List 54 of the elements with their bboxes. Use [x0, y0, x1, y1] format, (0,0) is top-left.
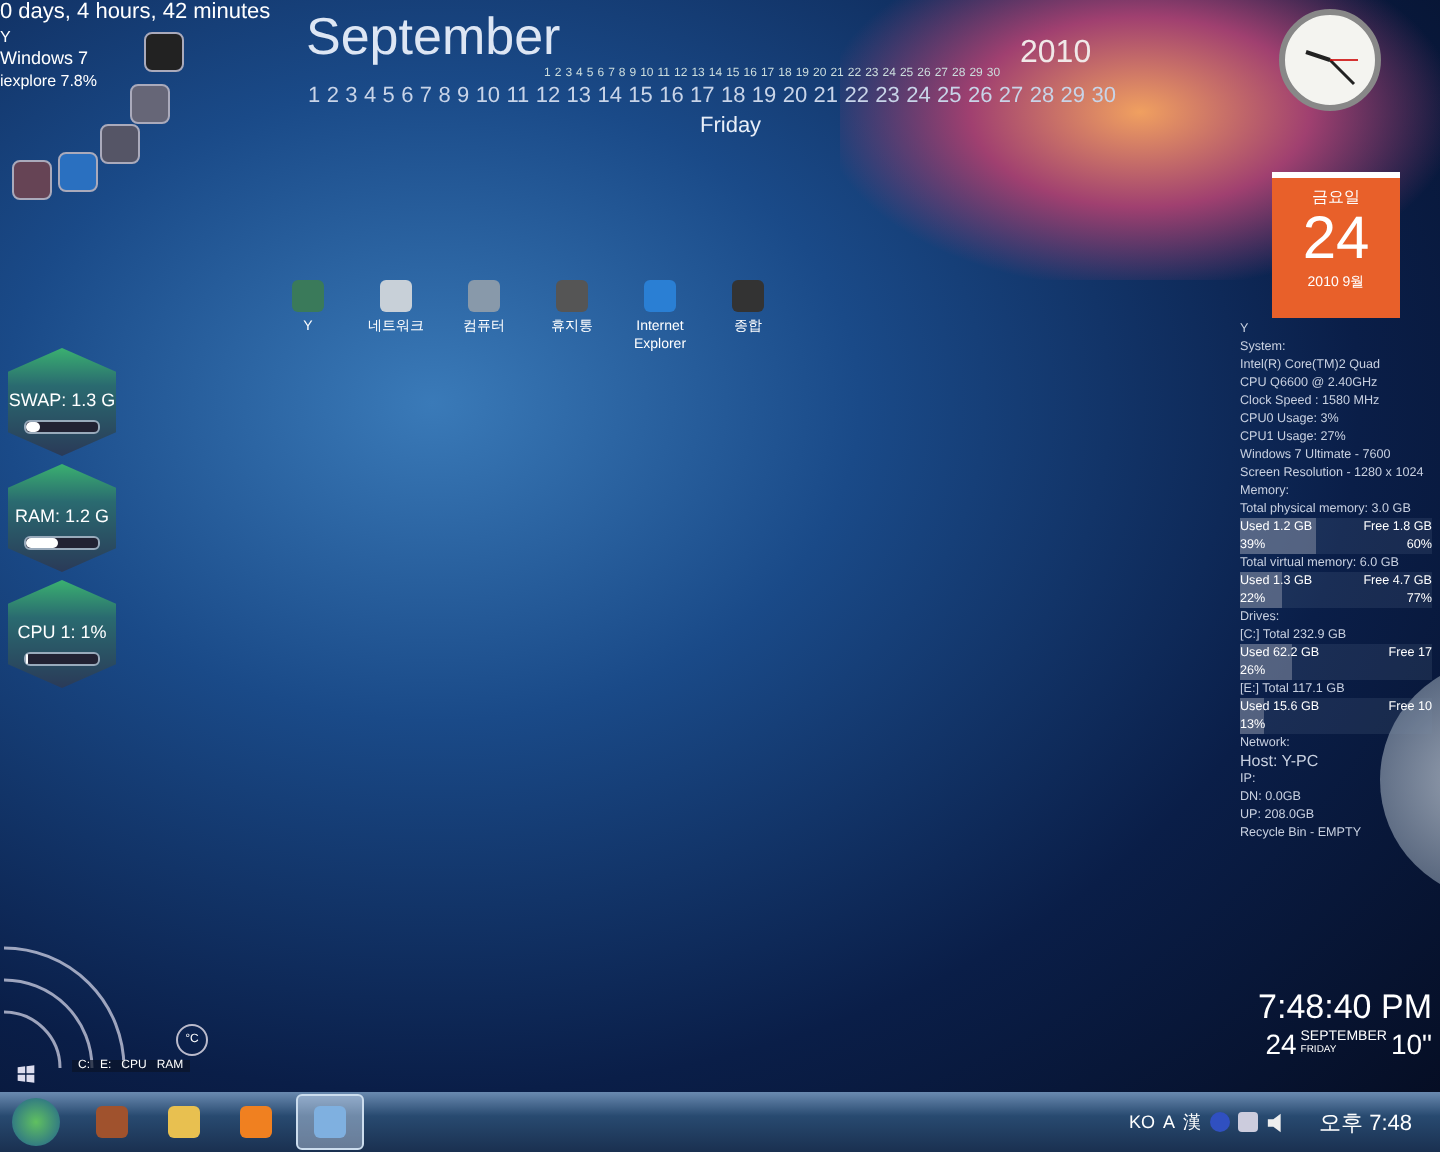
calendar-day: 25	[937, 84, 962, 108]
analog-clock-drawing	[1278, 8, 1382, 112]
tray-indicator[interactable]: A	[1163, 1112, 1176, 1132]
calendar-day: 27	[998, 84, 1024, 108]
calendar-day: 14	[597, 84, 622, 108]
calendar-day: 19	[751, 84, 777, 108]
start-button[interactable]	[12, 1098, 60, 1146]
uptime-text: 0 days, 4 hours, 42 minutes	[0, 0, 271, 24]
calendar-day: 21	[813, 84, 839, 108]
calendar-day: 23	[875, 84, 900, 108]
calendar-day: 7	[419, 84, 432, 108]
calendar-day: 8	[438, 84, 451, 108]
calendar-day: 16	[659, 84, 684, 108]
desktop-shortcut-icon[interactable]	[380, 280, 412, 312]
tray-indicator[interactable]: KO	[1129, 1112, 1156, 1132]
calendar-day: 1	[308, 84, 321, 108]
date-day: 24	[1302, 208, 1370, 272]
calendar-day: 13	[566, 84, 592, 108]
host-name: Host: Y-PC	[1240, 752, 1321, 770]
calendar-day: 17	[690, 84, 715, 108]
tray-indicator[interactable]: 漢	[1183, 1109, 1202, 1135]
calendar-day: 26	[967, 84, 993, 108]
user-name: Y	[0, 28, 13, 46]
calendar-day: 2	[326, 84, 339, 108]
gauge-label: CPU 1: 1%	[17, 622, 107, 642]
calendar-day: 20	[782, 84, 808, 108]
calendar-day: 6	[401, 84, 414, 108]
taskbar-clock[interactable]: 오후 7:48	[1319, 1107, 1412, 1137]
calendar-day: 18	[720, 84, 746, 108]
digital-year: 10"	[1390, 1028, 1432, 1060]
calendar-day: 22	[844, 84, 869, 108]
calendar-year: 2010	[1020, 36, 1092, 72]
windows-logo-icon	[16, 1064, 36, 1084]
calendar-day: 30	[1091, 84, 1116, 108]
calendar-day: 10	[475, 84, 501, 108]
calendar-day: 28	[1029, 84, 1055, 108]
calendar-weekday: Friday	[700, 114, 762, 138]
calendar-month: September	[306, 6, 561, 66]
digital-day: 24	[1265, 1028, 1297, 1060]
gauge-label: SWAP: 1.3 G	[8, 390, 116, 410]
calendar-day: 11	[506, 84, 530, 108]
calendar-day: 5	[382, 84, 395, 108]
digital-time: 7:48:40 PM	[1256, 988, 1432, 1028]
calendar-day: 29	[1060, 84, 1086, 108]
process-usage: iexplore 7.8%	[0, 72, 99, 90]
calendar-day: 9	[457, 84, 470, 108]
calendar-day: 15	[628, 84, 653, 108]
date-weekday: 금요일	[1312, 186, 1360, 208]
calendar-day: 3	[345, 84, 358, 108]
gauge-label: RAM: 1.2 G	[14, 506, 109, 526]
calendar-day: 12	[535, 84, 561, 108]
os-name: Windows 7	[0, 48, 91, 68]
calendar-day: 4	[363, 84, 377, 108]
calendar-day: 24	[906, 84, 931, 108]
